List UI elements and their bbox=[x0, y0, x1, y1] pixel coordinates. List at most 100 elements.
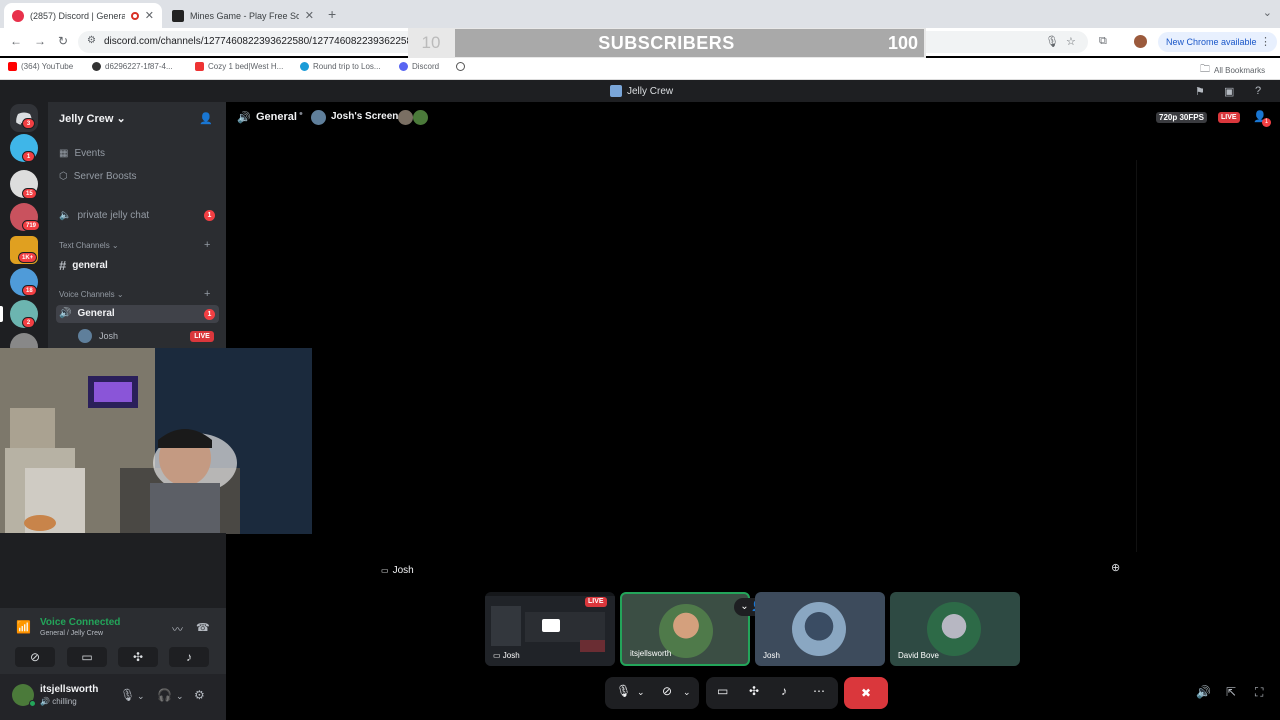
channel-general-text[interactable]: # general bbox=[59, 258, 108, 273]
help-icon[interactable]: ? bbox=[1255, 85, 1261, 97]
server-badge: 18 bbox=[22, 285, 37, 296]
invite-icon[interactable]: 👤 bbox=[199, 112, 213, 125]
camera-off-icon[interactable]: ⊘ bbox=[662, 684, 672, 698]
chevron-down-icon[interactable]: ⌄ bbox=[683, 687, 691, 698]
close-tab-icon[interactable]: ✕ bbox=[145, 9, 154, 22]
user-status: 🔊 chilling bbox=[40, 697, 77, 706]
stream-title: Josh's Screen bbox=[331, 111, 399, 122]
soundboard-button[interactable]: ♪ bbox=[169, 647, 209, 667]
voice-location: General / Jelly Crew bbox=[40, 630, 104, 637]
new-chrome-button[interactable]: New Chrome available bbox=[1158, 32, 1277, 52]
channel-general-voice[interactable]: 🔊 General bbox=[59, 308, 115, 319]
camera-off-icon: ⊘ bbox=[29, 650, 41, 664]
more-options-icon[interactable]: ⋯ bbox=[813, 684, 825, 698]
webcam-overlay bbox=[0, 348, 312, 534]
headphones-icon[interactable]: 🎧 bbox=[157, 688, 172, 702]
username[interactable]: itsjellsworth bbox=[40, 684, 98, 695]
live-badge: LIVE bbox=[585, 597, 607, 607]
zoom-icon[interactable]: ⊕ bbox=[1111, 561, 1120, 574]
new-tab-icon[interactable]: + bbox=[328, 6, 336, 22]
tab-title: Mines Game - Play Free Soci bbox=[190, 10, 299, 21]
category-text-channels[interactable]: Text Channels ⌄ bbox=[59, 241, 119, 250]
streamer-label: ▭ Josh bbox=[381, 565, 414, 576]
bookmark-airbnb[interactable]: Cozy 1 bed|West H... bbox=[195, 62, 283, 71]
stream-quality-badge: 720p 30FPS bbox=[1156, 112, 1207, 123]
server-boosts-item[interactable]: ⬡ Server Boosts bbox=[59, 171, 137, 182]
chevron-down-icon[interactable]: ⌄ bbox=[637, 687, 645, 698]
fullscreen-icon[interactable]: ⛶ bbox=[1255, 685, 1263, 700]
live-badge: LIVE bbox=[190, 331, 214, 342]
back-icon[interactable]: ← bbox=[10, 34, 22, 48]
stake-favicon-icon bbox=[172, 9, 184, 22]
participant-tile[interactable]: itsjellsworth bbox=[620, 592, 750, 666]
disconnect-icon[interactable]: ☎ bbox=[196, 621, 210, 634]
activities-button[interactable]: ✣ bbox=[118, 647, 158, 667]
participant-tile[interactable]: Josh bbox=[755, 592, 885, 666]
soundboard-icon[interactable]: ♪ bbox=[781, 684, 787, 698]
tab-search-icon[interactable]: ⌄ bbox=[1263, 6, 1272, 19]
activities-icon[interactable]: ✣ bbox=[749, 684, 759, 698]
reload-icon[interactable]: ↻ bbox=[58, 34, 68, 48]
inbox-icon[interactable]: ▣ bbox=[1224, 85, 1234, 98]
voice-member-name[interactable]: Josh bbox=[99, 331, 118, 341]
camera-off-button[interactable]: ⊘ bbox=[15, 647, 55, 667]
settings-gear-icon[interactable]: ⚙ bbox=[194, 688, 205, 702]
bookmark-flight[interactable]: Round trip to Los... bbox=[300, 62, 381, 71]
tab-discord[interactable]: (2857) Discord | General | ✕ bbox=[4, 3, 162, 28]
guild-name-button[interactable]: Jelly Crew ⌄ bbox=[59, 112, 126, 125]
microphone-icon[interactable]: 🎙 bbox=[120, 688, 135, 702]
url-text[interactable]: discord.com/channels/1277460822393622580… bbox=[104, 36, 408, 47]
volume-icon[interactable]: 🔊 bbox=[1196, 685, 1211, 699]
bookmark-discord[interactable]: Discord bbox=[399, 62, 439, 71]
site-info-icon[interactable]: ⚙ bbox=[87, 35, 96, 46]
all-bookmarks-label: All Bookmarks bbox=[1214, 66, 1266, 75]
chrome-menu-icon[interactable]: ⋮ bbox=[1260, 35, 1271, 48]
online-status-icon bbox=[29, 700, 36, 707]
separator-dot: • bbox=[299, 108, 303, 120]
screen-share-icon: ▭ bbox=[81, 650, 93, 664]
screen-share-icon[interactable]: ▭ bbox=[717, 684, 728, 698]
tile-name: ▭ Josh bbox=[493, 651, 520, 660]
chevron-down-icon[interactable]: ⌄ bbox=[176, 691, 184, 702]
signal-icon[interactable]: 📶 bbox=[16, 620, 31, 634]
participant-tile[interactable]: David Bove bbox=[890, 592, 1020, 666]
server-badge: 1 bbox=[22, 151, 35, 162]
screen-share-button[interactable]: ▭ bbox=[67, 647, 107, 667]
channel-name: general bbox=[72, 260, 108, 271]
leave-call-button[interactable]: ✖ bbox=[844, 677, 888, 709]
popout-icon[interactable]: ⇱ bbox=[1226, 685, 1236, 699]
add-channel-icon[interactable]: + bbox=[204, 239, 210, 251]
profile-avatar[interactable] bbox=[1134, 35, 1147, 48]
bookmark-star-icon[interactable]: ☆ bbox=[1066, 35, 1076, 48]
youtube-icon bbox=[8, 62, 17, 71]
screen-icon: ▭ bbox=[381, 566, 389, 575]
add-channel-icon[interactable]: + bbox=[204, 288, 210, 300]
bookmark-youtube[interactable]: (364) YouTube bbox=[8, 62, 73, 71]
voice-active-icon: 🔊 bbox=[59, 308, 72, 319]
channel-private-jelly-chat[interactable]: 🔈 private jelly chat bbox=[59, 210, 149, 221]
stage-divider bbox=[1136, 160, 1137, 552]
bookmark-github[interactable]: d6296227-1f87-4... bbox=[92, 62, 173, 71]
calendar-icon: ▦ bbox=[59, 148, 69, 159]
category-label: Voice Channels bbox=[59, 290, 115, 299]
category-voice-channels[interactable]: Voice Channels ⌄ bbox=[59, 290, 124, 299]
recording-icon bbox=[130, 11, 139, 20]
microphone-icon[interactable]: 🎙 bbox=[1045, 35, 1059, 48]
forward-icon[interactable]: → bbox=[34, 34, 46, 48]
voice-connected-status[interactable]: Voice Connected bbox=[40, 617, 120, 628]
flag-icon[interactable]: ⚑ bbox=[1195, 85, 1205, 98]
github-icon bbox=[92, 62, 101, 71]
noise-suppression-icon[interactable]: 〰 bbox=[172, 621, 183, 637]
server-icon bbox=[610, 85, 622, 97]
all-bookmarks[interactable]: 🗀 All Bookmarks bbox=[1200, 62, 1265, 79]
chevron-down-icon[interactable]: ⌄ bbox=[137, 691, 145, 702]
extensions-icon[interactable]: ⧉ bbox=[1099, 35, 1107, 48]
avatar bbox=[413, 110, 428, 125]
close-tab-icon[interactable]: ✕ bbox=[305, 9, 314, 22]
tab-mines[interactable]: Mines Game - Play Free Soci ✕ bbox=[164, 3, 322, 28]
bookmark-globe[interactable] bbox=[456, 62, 465, 71]
microphone-icon[interactable]: 🎙 bbox=[616, 684, 631, 698]
activities-icon: ✣ bbox=[132, 650, 144, 664]
tile-name-text: Josh bbox=[502, 651, 520, 660]
events-item[interactable]: ▦ Events bbox=[59, 148, 105, 159]
